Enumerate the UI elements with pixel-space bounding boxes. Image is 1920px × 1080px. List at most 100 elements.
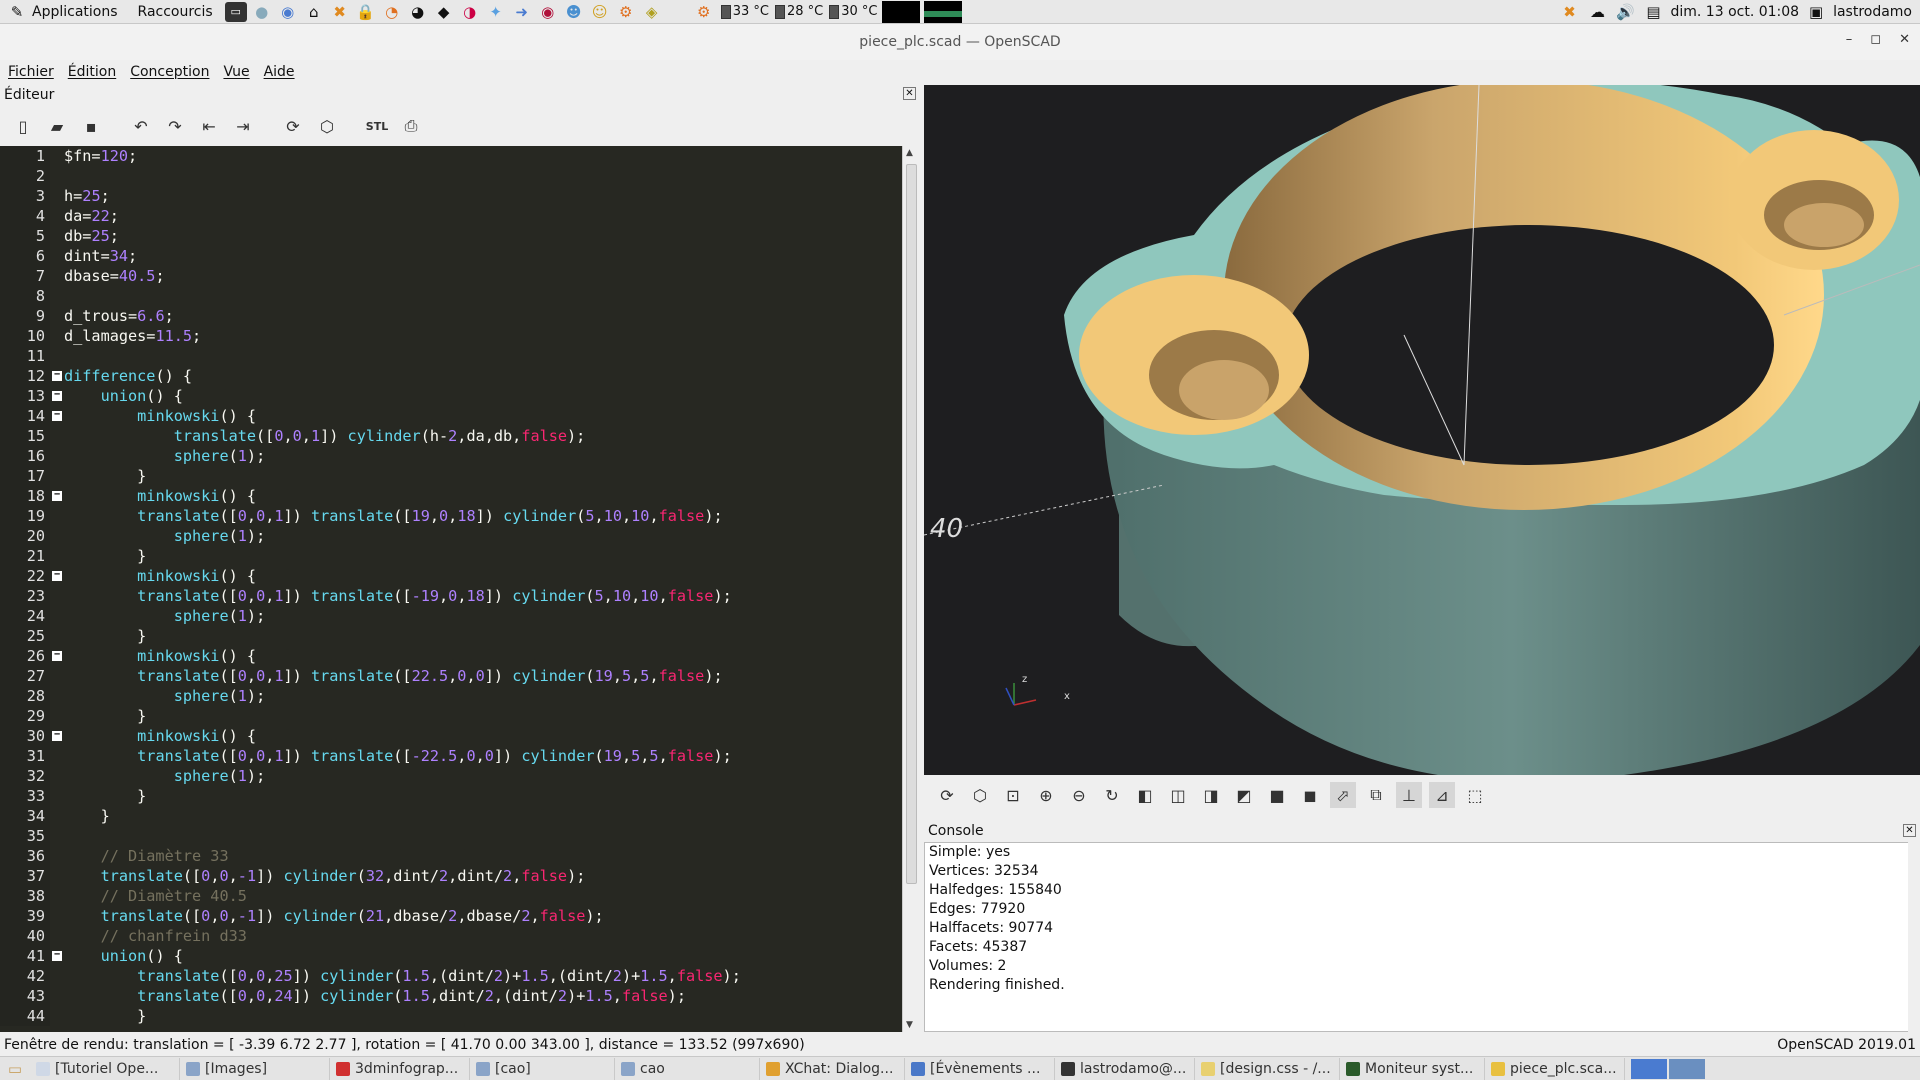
cat-launcher-icon[interactable]: ☺	[589, 2, 611, 22]
inkscape-launcher-icon[interactable]: ◆	[433, 2, 455, 22]
code-line[interactable]: 37 translate([0,0,-1]) cylinder(32,dint/…	[0, 866, 902, 886]
code-line[interactable]: 7 dbase=40.5;	[0, 266, 902, 286]
applications-menu[interactable]: Applications	[32, 4, 118, 20]
fold-toggle-icon[interactable]: −	[52, 370, 62, 381]
volume-icon[interactable]: 🔊	[1614, 2, 1636, 22]
code-line[interactable]: 36 // Diamètre 33	[0, 846, 902, 866]
view-right-icon[interactable]: ◧	[1132, 782, 1158, 808]
code-line[interactable]: 38 // Diamètre 40.5	[0, 886, 902, 906]
arrow-launcher-icon[interactable]: ➜	[511, 2, 533, 22]
debian-launcher-icon[interactable]: ◉	[537, 2, 559, 22]
view-left-icon[interactable]: ◩	[1231, 782, 1257, 808]
reset-view-icon[interactable]: ↻	[1099, 782, 1125, 808]
code-line[interactable]: 20 sphere(1);	[0, 526, 902, 546]
code-line[interactable]: 23 translate([0,0,1]) translate([-19,0,1…	[0, 586, 902, 606]
unindent-icon[interactable]: ⇤	[196, 113, 222, 139]
lock-launcher-icon[interactable]: 🔒	[355, 2, 377, 22]
scroll-down-icon[interactable]: ▼	[906, 1020, 913, 1030]
editor-scroll-thumb[interactable]	[906, 164, 917, 884]
fold-toggle-icon[interactable]: −	[52, 410, 62, 421]
settings-tray-icon[interactable]: ⚙	[693, 2, 715, 22]
undo-icon[interactable]: ↶	[128, 113, 154, 139]
taskbar-task[interactable]: XChat: Dialog...	[760, 1057, 905, 1080]
render-icon[interactable]: ⬡	[314, 113, 340, 139]
save-file-icon[interactable]: ▪	[78, 113, 104, 139]
view-all-icon[interactable]: ⊡	[1000, 782, 1026, 808]
console-output[interactable]: Simple: yes Vertices: 32534 Halfedges: 1…	[924, 842, 1910, 1032]
open-file-icon[interactable]: ▰	[44, 113, 70, 139]
taskbar-task[interactable]: lastrodamo@...	[1055, 1057, 1195, 1080]
color-launcher-icon[interactable]: ◑	[459, 2, 481, 22]
clock[interactable]: dim. 13 oct. 01:08	[1670, 4, 1799, 20]
code-line[interactable]: 27 translate([0,0,1]) translate([22.5,0,…	[0, 666, 902, 686]
code-line[interactable]: 24 sphere(1);	[0, 606, 902, 626]
gimp-launcher-icon[interactable]: ◕	[407, 2, 429, 22]
console-scrollbar[interactable]	[1908, 842, 1920, 1032]
code-line[interactable]: 4 da=22;	[0, 206, 902, 226]
export-stl-icon[interactable]: STL	[364, 113, 390, 139]
workspace-cell[interactable]	[1669, 1058, 1705, 1079]
browser-launcher-icon[interactable]: ●	[251, 2, 273, 22]
code-line[interactable]: 8	[0, 286, 902, 306]
robot-launcher-icon[interactable]: ☻	[563, 2, 585, 22]
view-front-icon[interactable]: ■	[1264, 782, 1290, 808]
view-top-icon[interactable]: ◫	[1165, 782, 1191, 808]
code-line[interactable]: 39 translate([0,0,-1]) cylinder(21,dbase…	[0, 906, 902, 926]
preview-icon[interactable]: ⟳	[280, 113, 306, 139]
code-line[interactable]: 16 sphere(1);	[0, 446, 902, 466]
show-desktop-icon[interactable]: ▭	[4, 1059, 26, 1079]
menu-vue[interactable]: Vue	[223, 64, 249, 80]
menu-aide[interactable]: Aide	[264, 64, 295, 80]
code-line[interactable]: 11	[0, 346, 902, 366]
menu-conception[interactable]: Conception	[130, 64, 209, 80]
code-line[interactable]: 15 translate([0,0,1]) cylinder(h-2,da,db…	[0, 426, 902, 446]
fold-toggle-icon[interactable]: −	[52, 390, 62, 401]
render-view-icon[interactable]: ⬡	[967, 782, 993, 808]
new-file-icon[interactable]: ▯	[10, 113, 36, 139]
code-line[interactable]: 28 sphere(1);	[0, 686, 902, 706]
code-line[interactable]: 34 }	[0, 806, 902, 826]
editor-scrollbar[interactable]: ▲ ▼	[902, 146, 920, 1032]
render-viewport[interactable]: 40 z x	[924, 85, 1920, 775]
code-editor[interactable]: 1 $fn=120; 2 3 h=25; 4 da=22; 5 db=25; 6 dint=34; 7…	[0, 146, 902, 1032]
terminal-launcher-icon[interactable]: ▭	[224, 1, 247, 22]
freecad-launcher-icon[interactable]: ⚙	[615, 2, 637, 22]
taskbar-task[interactable]: [cao]	[470, 1057, 615, 1080]
preview-view-icon[interactable]: ⟳	[934, 782, 960, 808]
taskbar-task[interactable]: [Tutoriel Ope...	[30, 1057, 180, 1080]
fold-toggle-icon[interactable]: −	[52, 650, 62, 661]
redo-icon[interactable]: ↷	[162, 113, 188, 139]
network-launcher-icon[interactable]: ⌂	[303, 2, 325, 22]
orthogonal-icon[interactable]: ⧉	[1363, 782, 1389, 808]
view-back-icon[interactable]: ◼	[1297, 782, 1323, 808]
console-close-icon[interactable]: ✕	[1903, 824, 1916, 837]
taskbar-task[interactable]: piece_plc.sca...	[1485, 1057, 1625, 1080]
taskbar-task[interactable]: Moniteur syst...	[1340, 1057, 1485, 1080]
code-line[interactable]: 30− minkowski() {	[0, 726, 902, 746]
view-bottom-icon[interactable]: ◨	[1198, 782, 1224, 808]
applications-menu-icon[interactable]: ✎	[6, 2, 28, 22]
zoom-in-icon[interactable]: ⊕	[1033, 782, 1059, 808]
code-line[interactable]: 44 }	[0, 1006, 902, 1026]
taskbar-task[interactable]: cao	[615, 1057, 760, 1080]
openscad-launcher-icon[interactable]: ✦	[485, 2, 507, 22]
taskbar-task[interactable]: [Images]	[180, 1057, 330, 1080]
chromium-launcher-icon[interactable]: ◉	[277, 2, 299, 22]
taskbar-task[interactable]: [Évènements ...	[905, 1057, 1055, 1080]
code-line[interactable]: 33 }	[0, 786, 902, 806]
blender-launcher-icon[interactable]: ◔	[381, 2, 403, 22]
code-line[interactable]: 2	[0, 166, 902, 186]
send-to-printer-icon[interactable]: ⎙	[398, 113, 424, 139]
code-line[interactable]: 22− minkowski() {	[0, 566, 902, 586]
code-line[interactable]: 19 translate([0,0,1]) translate([19,0,18…	[0, 506, 902, 526]
fold-toggle-icon[interactable]: −	[52, 570, 62, 581]
close-icon[interactable]: ✕	[1899, 32, 1910, 47]
clipboard-icon[interactable]: ▤	[1642, 2, 1664, 22]
code-line[interactable]: 3 h=25;	[0, 186, 902, 206]
code-line[interactable]: 31 translate([0,0,1]) translate([-22.5,0…	[0, 746, 902, 766]
taskbar-task[interactable]: 3dminfograp...	[330, 1057, 470, 1080]
code-line[interactable]: 5 db=25;	[0, 226, 902, 246]
username[interactable]: lastrodamo	[1833, 4, 1912, 20]
code-line[interactable]: 10 d_lamages=11.5;	[0, 326, 902, 346]
code-line[interactable]: 25 }	[0, 626, 902, 646]
